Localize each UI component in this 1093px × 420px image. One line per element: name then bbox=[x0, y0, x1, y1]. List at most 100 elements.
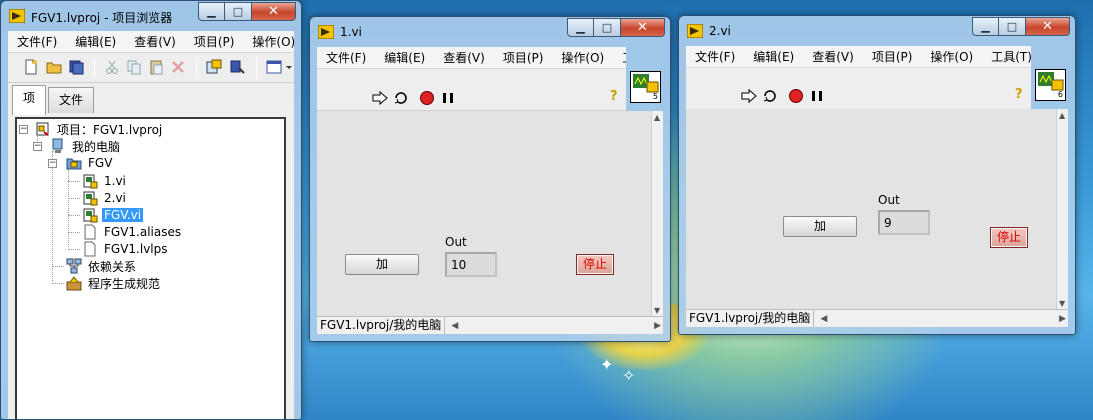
menu-view[interactable]: 查看(V) bbox=[125, 33, 185, 50]
menu-view[interactable]: 查看(V) bbox=[434, 49, 494, 66]
menu-operate[interactable]: 操作(O) bbox=[552, 49, 613, 66]
vi-file-icon bbox=[83, 208, 98, 223]
close-button[interactable]: ✕ bbox=[252, 2, 296, 21]
menu-tools[interactable]: 工具(T) bbox=[982, 48, 1031, 65]
front-panel: 加 Out 9 停止 ▲ ▼ bbox=[686, 109, 1068, 310]
menu-view[interactable]: 查看(V) bbox=[803, 48, 863, 65]
vi-connector-icon[interactable]: 6 bbox=[1035, 69, 1066, 101]
title-bar[interactable]: 1.vi ▁ □ ✕ bbox=[310, 17, 670, 47]
tree-node-dependencies[interactable]: 依赖关系 bbox=[66, 258, 138, 274]
cut-icon[interactable] bbox=[104, 59, 120, 75]
scroll-up-icon[interactable]: ▲ bbox=[1059, 111, 1065, 120]
open-folder-icon[interactable] bbox=[46, 59, 62, 75]
add-button[interactable]: 加 bbox=[345, 254, 419, 275]
paste-icon[interactable] bbox=[148, 59, 164, 75]
scroll-left-icon[interactable]: ◀ bbox=[820, 314, 827, 324]
front-panel: 加 Out 10 停止 ▲ ▼ bbox=[317, 111, 663, 317]
tree-node-vi[interactable]: 2.vi bbox=[82, 190, 128, 206]
save-all-icon[interactable] bbox=[68, 59, 84, 75]
help-icon[interactable]: ? bbox=[610, 89, 618, 104]
stop-button[interactable]: 停止 bbox=[576, 254, 614, 275]
build-specs-icon bbox=[66, 276, 82, 291]
menu-file[interactable]: 文件(F) bbox=[8, 33, 66, 50]
sparkle-icon: ✧ bbox=[622, 366, 636, 385]
scroll-down-icon[interactable]: ▼ bbox=[654, 306, 660, 315]
vertical-scrollbar[interactable]: ▲ ▼ bbox=[1056, 109, 1068, 310]
title-bar[interactable]: FGV1.lvproj - 项目浏览器 ▁ □ ✕ bbox=[1, 1, 301, 31]
view-options-icon[interactable] bbox=[266, 59, 292, 75]
indicator-label: Out bbox=[878, 193, 900, 207]
title-bar[interactable]: 2.vi ▁ □ ✕ bbox=[679, 16, 1075, 46]
project-settings-icon[interactable] bbox=[206, 59, 222, 75]
run-continuously-icon[interactable] bbox=[393, 90, 409, 106]
menu-edit[interactable]: 编辑(E) bbox=[375, 49, 434, 66]
tab-files[interactable]: 文件 bbox=[48, 87, 95, 113]
menu-project[interactable]: 项目(P) bbox=[494, 49, 553, 66]
pause-icon[interactable] bbox=[440, 90, 456, 106]
abort-icon[interactable] bbox=[788, 88, 804, 104]
close-button[interactable]: ✕ bbox=[621, 18, 665, 37]
tab-items[interactable]: 项 bbox=[12, 85, 47, 115]
project-tree[interactable]: − 项目：FGV1.lvproj − 我的电脑 − FGV 1.vi 2.vi bbox=[15, 117, 286, 419]
menu-file[interactable]: 文件(F) bbox=[686, 48, 744, 65]
tree-node-file[interactable]: FGV1.aliases bbox=[82, 224, 183, 240]
tree-node-build-specs[interactable]: 程序生成规范 bbox=[66, 275, 162, 291]
abort-icon[interactable] bbox=[419, 90, 435, 106]
tree-node-vi-selected[interactable]: FGV.vi bbox=[82, 207, 144, 223]
copy-icon[interactable] bbox=[126, 59, 142, 75]
scroll-up-icon[interactable]: ▲ bbox=[654, 113, 660, 122]
vi-window-1: 1.vi ▁ □ ✕ 文件(F) 编辑(E) 查看(V) 项目(P) 操作(O)… bbox=[309, 16, 671, 342]
tree-node-vi[interactable]: 1.vi bbox=[82, 173, 128, 189]
maximize-button[interactable]: □ bbox=[594, 18, 621, 37]
menu-file[interactable]: 文件(F) bbox=[317, 49, 375, 66]
vertical-scrollbar[interactable]: ▲ ▼ bbox=[651, 111, 663, 317]
run-toolbar bbox=[317, 69, 626, 111]
tree-node-label: 我的电脑 bbox=[72, 139, 121, 154]
scroll-right-icon[interactable]: ▶ bbox=[1059, 314, 1066, 324]
run-arrow-icon[interactable] bbox=[372, 90, 388, 106]
vi-icon-number: 6 bbox=[1057, 90, 1063, 99]
menu-operate[interactable]: 操作(O) bbox=[243, 33, 294, 50]
menu-tools[interactable]: 工具( bbox=[613, 49, 626, 66]
stop-button[interactable]: 停止 bbox=[990, 227, 1028, 248]
tree-node-label: 项目：FGV1.lvproj bbox=[57, 122, 163, 137]
menu-project[interactable]: 项目(P) bbox=[863, 48, 922, 65]
document-icon bbox=[84, 224, 96, 240]
collapse-toggle[interactable]: − bbox=[33, 142, 42, 151]
run-arrow-icon[interactable] bbox=[741, 88, 757, 104]
build-icon[interactable] bbox=[230, 59, 246, 75]
tree-node-folder-fgv[interactable]: FGV bbox=[66, 155, 114, 171]
tree-node-file[interactable]: FGV1.lvlps bbox=[82, 241, 170, 257]
sparkle-icon: ✦ bbox=[600, 355, 614, 374]
tree-panel: − 项目：FGV1.lvproj − 我的电脑 − FGV 1.vi 2.vi bbox=[8, 115, 294, 419]
collapse-toggle[interactable]: − bbox=[19, 125, 28, 134]
vi-window-2: 2.vi ▁ □ ✕ 文件(F) 编辑(E) 查看(V) 项目(P) 操作(O)… bbox=[678, 15, 1076, 335]
maximize-button[interactable]: □ bbox=[999, 17, 1026, 36]
labview-app-icon bbox=[9, 9, 25, 23]
minimize-button[interactable]: ▁ bbox=[972, 17, 999, 36]
status-bar: FGV1.lvproj/我的电脑 ◀ ▶ bbox=[686, 309, 1068, 327]
scroll-down-icon[interactable]: ▼ bbox=[1059, 299, 1065, 308]
close-button[interactable]: ✕ bbox=[1026, 17, 1070, 36]
tree-node-project[interactable]: 项目：FGV1.lvproj bbox=[35, 121, 164, 137]
project-icon bbox=[36, 122, 49, 136]
maximize-button[interactable]: □ bbox=[225, 2, 252, 21]
minimize-button[interactable]: ▁ bbox=[198, 2, 225, 21]
delete-icon[interactable] bbox=[170, 59, 186, 75]
help-icon[interactable]: ? bbox=[1015, 87, 1023, 102]
collapse-toggle[interactable]: − bbox=[48, 159, 57, 168]
tree-node-my-computer[interactable]: 我的电脑 bbox=[50, 138, 122, 154]
vi-connector-icon[interactable]: 5 bbox=[630, 71, 661, 103]
menu-edit[interactable]: 编辑(E) bbox=[66, 33, 125, 50]
run-toolbar bbox=[686, 68, 1031, 110]
menu-edit[interactable]: 编辑(E) bbox=[744, 48, 803, 65]
add-button[interactable]: 加 bbox=[783, 216, 857, 237]
pause-icon[interactable] bbox=[809, 88, 825, 104]
run-continuously-icon[interactable] bbox=[762, 88, 778, 104]
new-file-icon[interactable] bbox=[23, 59, 39, 75]
menu-operate[interactable]: 操作(O) bbox=[921, 48, 982, 65]
menu-project[interactable]: 项目(P) bbox=[185, 33, 244, 50]
scroll-left-icon[interactable]: ◀ bbox=[451, 321, 458, 331]
minimize-button[interactable]: ▁ bbox=[567, 18, 594, 37]
scroll-right-icon[interactable]: ▶ bbox=[654, 321, 661, 331]
